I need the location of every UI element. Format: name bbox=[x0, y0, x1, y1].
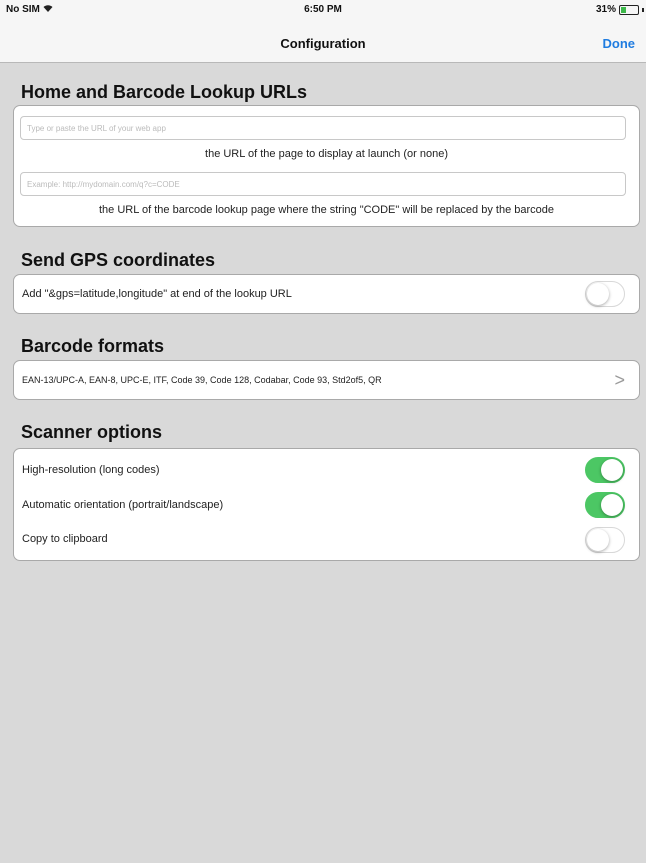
home-url-caption: the URL of the page to display at launch… bbox=[205, 148, 448, 160]
high-resolution-toggle[interactable] bbox=[585, 457, 625, 483]
navigation-bar: Configuration Done bbox=[0, 20, 646, 63]
battery-percent: 31% bbox=[595, 4, 616, 15]
toggle-knob bbox=[587, 283, 609, 305]
gps-toggle[interactable] bbox=[585, 281, 625, 307]
gps-card: Add "&gps=latitude,longitude" at end of … bbox=[13, 274, 640, 314]
home-url-input[interactable] bbox=[20, 116, 626, 140]
section-title-scanner: Scanner options bbox=[21, 422, 163, 442]
status-bar: No SIM 6:50 PM 31% bbox=[0, 0, 646, 20]
settings-content: Home and Barcode Lookup URLs the URL of … bbox=[0, 63, 646, 863]
section-title-urls: Home and Barcode Lookup URLs bbox=[21, 82, 308, 102]
gps-label: Add "&gps=latitude,longitude" at end of … bbox=[22, 288, 292, 300]
barcode-formats-value: EAN-13/UPC-A, EAN-8, UPC-E, ITF, Code 39… bbox=[22, 375, 382, 385]
section-title-formats: Barcode formats bbox=[21, 336, 165, 356]
status-time: 6:50 PM bbox=[304, 4, 342, 15]
scanner-options-card: High-resolution (long codes) Automatic o… bbox=[13, 448, 640, 561]
page-title: Configuration bbox=[280, 36, 366, 51]
done-button[interactable]: Done bbox=[603, 36, 636, 51]
lookup-url-input[interactable] bbox=[20, 172, 626, 196]
toggle-knob bbox=[601, 494, 623, 516]
urls-card: the URL of the page to display at launch… bbox=[13, 105, 640, 227]
auto-orientation-toggle[interactable] bbox=[585, 492, 625, 518]
scanner-option-label: High-resolution (long codes) bbox=[22, 464, 160, 476]
status-right: 31% bbox=[596, 4, 644, 15]
toggle-knob bbox=[601, 459, 623, 481]
scanner-option-label: Copy to clipboard bbox=[22, 533, 108, 545]
copy-to-clipboard-toggle[interactable] bbox=[585, 527, 625, 553]
barcode-formats-row[interactable]: EAN-13/UPC-A, EAN-8, UPC-E, ITF, Code 39… bbox=[13, 360, 640, 400]
battery-icon bbox=[619, 4, 639, 15]
chevron-right-icon: > bbox=[614, 370, 625, 390]
lookup-url-caption: the URL of the barcode lookup page where… bbox=[99, 204, 554, 216]
section-title-gps: Send GPS coordinates bbox=[21, 250, 216, 270]
scanner-option-label: Automatic orientation (portrait/landscap… bbox=[22, 499, 224, 511]
battery-tip-icon bbox=[642, 7, 644, 12]
toggle-knob bbox=[587, 529, 609, 551]
